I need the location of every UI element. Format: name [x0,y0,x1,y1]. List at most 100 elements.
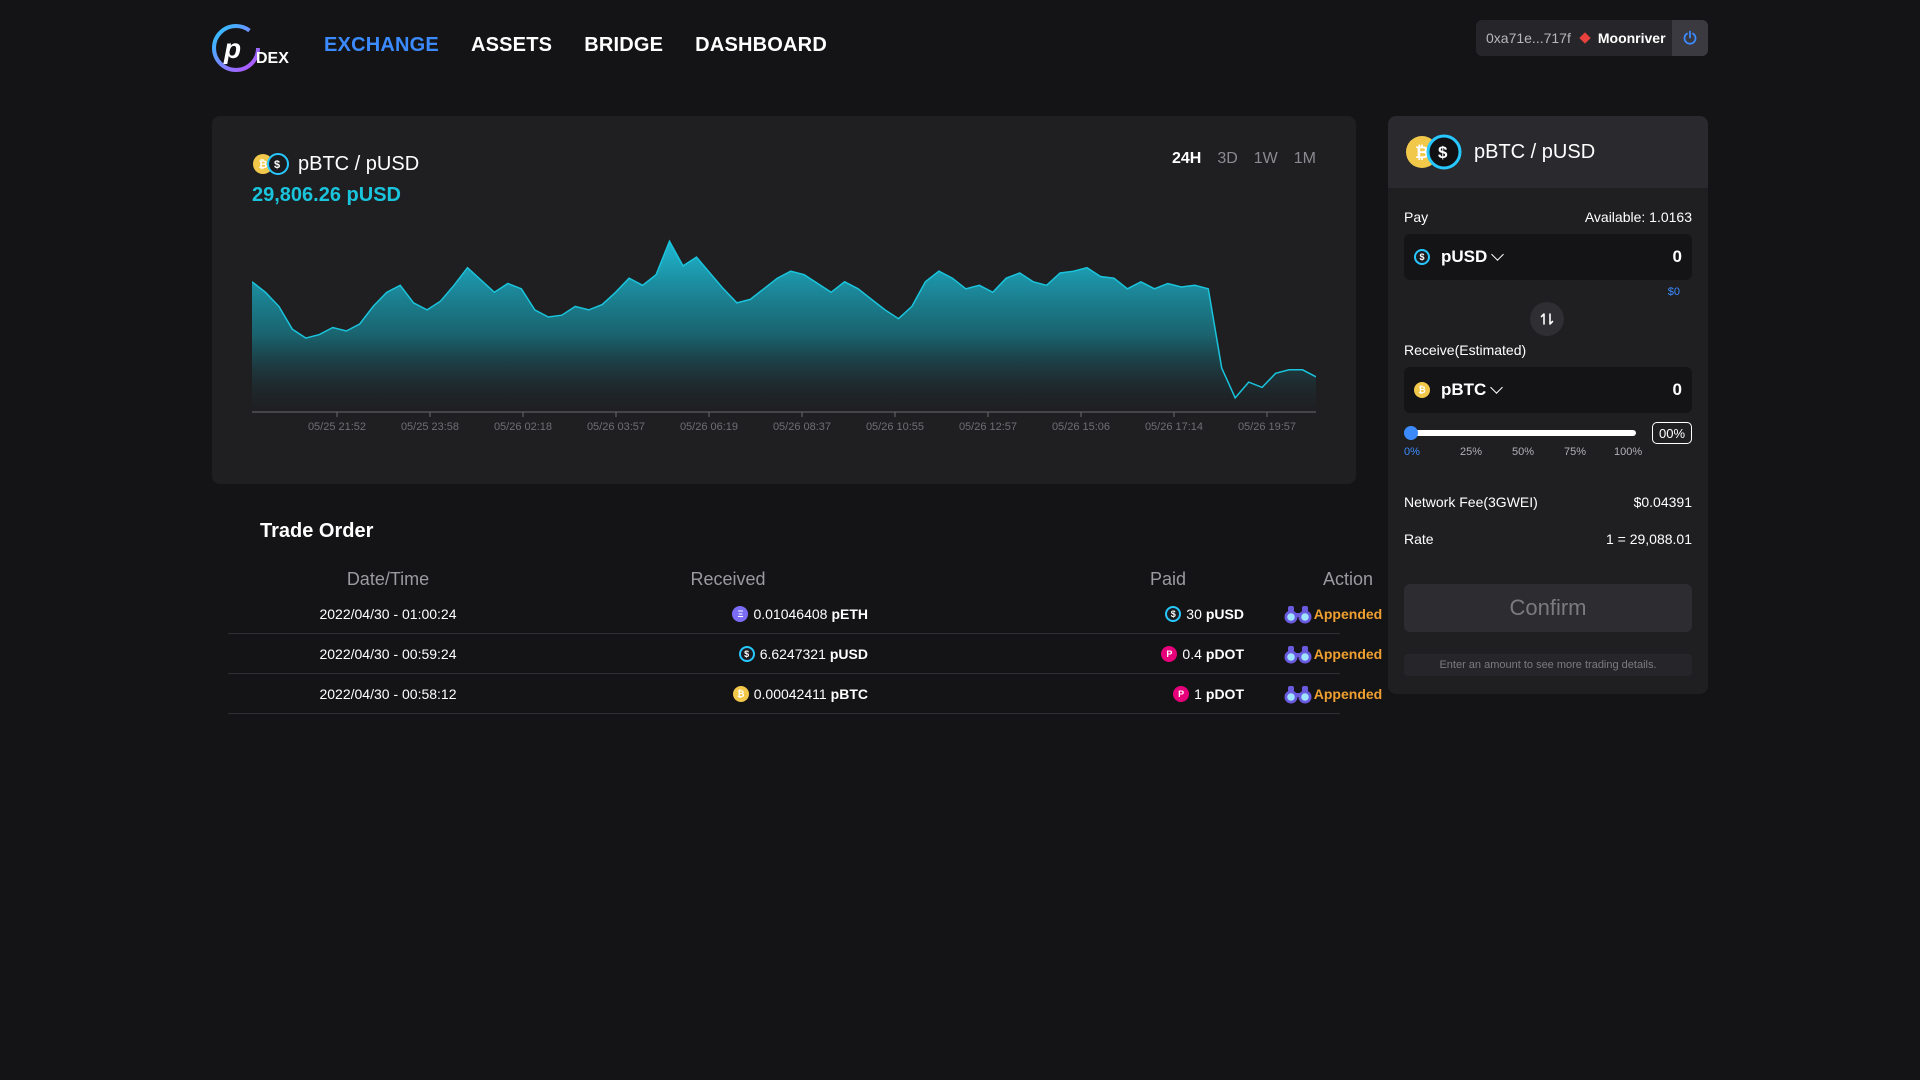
received-token: pBTC [830,685,868,702]
chevron-down-icon[interactable] [1491,248,1505,261]
slider-tick-100[interactable]: 100% [1614,446,1642,458]
wallet-badge[interactable]: 0xa71e...717f Moonriver [1476,20,1708,56]
receive-token-symbol[interactable]: pBTC [1441,380,1486,400]
header-datetime: Date/Time [346,568,430,589]
receive-amount[interactable]: 0 [1673,380,1682,400]
header-received: Received [690,568,766,589]
binoculars-icon[interactable] [1278,674,1318,713]
main-nav: EXCHANGE ASSETS BRIDGE DASHBOARD [324,34,827,57]
trade-order-table: Date/Time Received Paid Action 2022/04/3… [228,564,1382,714]
x-tick-label: 05/26 06:19 [680,421,738,433]
swap-direction-button[interactable] [1530,302,1564,336]
svg-text:$: $ [274,159,280,171]
network-fee-value: $0.04391 [1633,494,1692,510]
pair-coins-icon: ₿ $ [1404,132,1464,172]
power-icon[interactable] [1672,20,1708,56]
x-tick-label: 05/26 08:37 [773,421,831,433]
received-amount: 0.01046408 [753,605,828,622]
price-chart-panel: ₿ $ pBTC / pUSD 29,806.26 pUSD 24H 3D 1W… [212,116,1356,484]
usd-icon: $ [1414,249,1430,265]
paid-amount: 0.4 [1182,645,1202,662]
svg-text:p: p [223,33,241,64]
slider-percent-box[interactable]: 00% [1652,422,1692,444]
price-area-chart[interactable]: 05/25 21:52 05/25 23:58 05/26 02:18 05/26 0… [252,226,1316,456]
range-3d[interactable]: 3D [1217,150,1237,168]
eth-icon: Ξ [732,605,749,622]
received-amount: 0.00042411 [753,685,827,702]
x-tick-label: 05/26 19:57 [1238,421,1296,433]
swap-header: ₿ $ pBTC / pUSD [1388,116,1708,188]
pair-coins-icon: ₿ $ [252,152,290,176]
wallet-network: Moonriver [1597,30,1666,46]
x-axis-ticks: 05/25 21:52 05/25 23:58 05/26 02:18 05/26 0… [308,412,1296,433]
range-1w[interactable]: 1W [1254,150,1278,168]
order-received: $6.6247321 pUSD [568,634,868,673]
pay-token-symbol[interactable]: pUSD [1441,247,1487,267]
table-header: Date/Time Received Paid Action [228,564,1373,594]
pay-token-input[interactable]: $ pUSD 0 [1404,234,1692,280]
network-diamond-icon [1579,32,1591,44]
x-tick-label: 05/25 23:58 [401,421,459,433]
price-area [252,241,1316,412]
received-amount: 6.6247321 [759,645,826,662]
confirm-button[interactable]: Confirm [1404,584,1692,632]
trading-hint: Enter an amount to see more trading deta… [1404,654,1692,676]
binoculars-icon[interactable] [1278,634,1318,673]
nav-bridge[interactable]: BRIDGE [584,34,663,57]
order-datetime: 2022/04/30 - 01:00:24 [319,605,457,622]
table-row[interactable]: 2022/04/30 - 00:58:12 ₿ 0.00042411 pBTC P 1 pD… [228,674,1382,714]
x-tick-label: 05/26 15:06 [1052,421,1110,433]
x-tick-label: 05/26 02:18 [494,421,552,433]
order-paid: P 0.4 pDOT [888,634,1244,673]
nav-assets[interactable]: ASSETS [471,34,552,57]
trade-order-title: Trade Order [260,520,374,542]
paid-token: pUSD [1205,605,1244,622]
order-received: ₿ 0.00042411 pBTC [568,674,868,713]
range-24h[interactable]: 24H [1172,150,1201,168]
usd-icon: $ [1165,605,1182,622]
chart-pair-title: ₿ $ pBTC / pUSD [252,152,419,176]
table-row[interactable]: 2022/04/30 - 01:00:24 Ξ 0.01046408 pETH $30 p… [228,594,1382,634]
chevron-down-icon[interactable] [1490,381,1504,394]
svg-text:$: $ [1438,143,1448,162]
table-row[interactable]: 2022/04/30 - 00:59:24 $6.6247321 pUSD P 0.4 p… [228,634,1382,674]
x-tick-label: 05/26 17:14 [1145,421,1203,433]
swap-panel: ₿ $ pBTC / pUSD Pay Available: 1.0163 $ … [1388,116,1708,694]
receive-token-input[interactable]: ₿ pBTC 0 [1404,367,1692,413]
swap-arrows-icon [1540,313,1554,325]
nav-dashboard[interactable]: DASHBOARD [695,34,827,57]
header-paid: Paid [1149,568,1187,589]
slider-tick-0[interactable]: 0% [1404,446,1420,458]
slider-tick-75[interactable]: 75% [1564,446,1586,458]
dex-logo[interactable]: p DEX [210,22,294,74]
order-datetime: 2022/04/30 - 00:59:24 [319,645,457,662]
paid-token: pDOT [1205,645,1244,662]
pay-amount[interactable]: 0 [1673,247,1682,267]
rate-value: 1 = 29,088.01 [1605,531,1692,547]
order-received: Ξ 0.01046408 pETH [568,594,868,633]
received-token: pUSD [829,645,868,662]
time-range-tabs: 24H 3D 1W 1M [1172,150,1316,168]
wallet-address: 0xa71e...717f [1486,30,1571,46]
order-paid: $30 pUSD [888,594,1244,633]
x-tick-label: 05/26 12:57 [959,421,1017,433]
amount-slider-track[interactable] [1410,430,1636,436]
rate-label: Rate [1404,531,1434,547]
paid-amount: 30 [1186,605,1202,622]
pay-label: Pay [1404,209,1429,225]
received-token: pETH [831,605,868,622]
btc-icon: ₿ [732,685,749,702]
slider-tick-25[interactable]: 25% [1460,446,1482,458]
binoculars-icon[interactable] [1278,594,1318,633]
svg-text:₿: ₿ [259,159,268,171]
x-tick-label: 05/26 03:57 [587,421,645,433]
dot-icon: P [1161,645,1178,662]
x-tick-label: 05/25 21:52 [308,421,366,433]
nav-exchange[interactable]: EXCHANGE [324,34,439,57]
order-datetime: 2022/04/30 - 00:58:12 [319,685,457,702]
slider-tick-50[interactable]: 50% [1512,446,1534,458]
order-paid: P 1 pDOT [888,674,1244,713]
amount-slider-thumb[interactable] [1404,426,1418,440]
range-1m[interactable]: 1M [1294,150,1316,168]
swap-pair-title: pBTC / pUSD [1474,140,1596,163]
